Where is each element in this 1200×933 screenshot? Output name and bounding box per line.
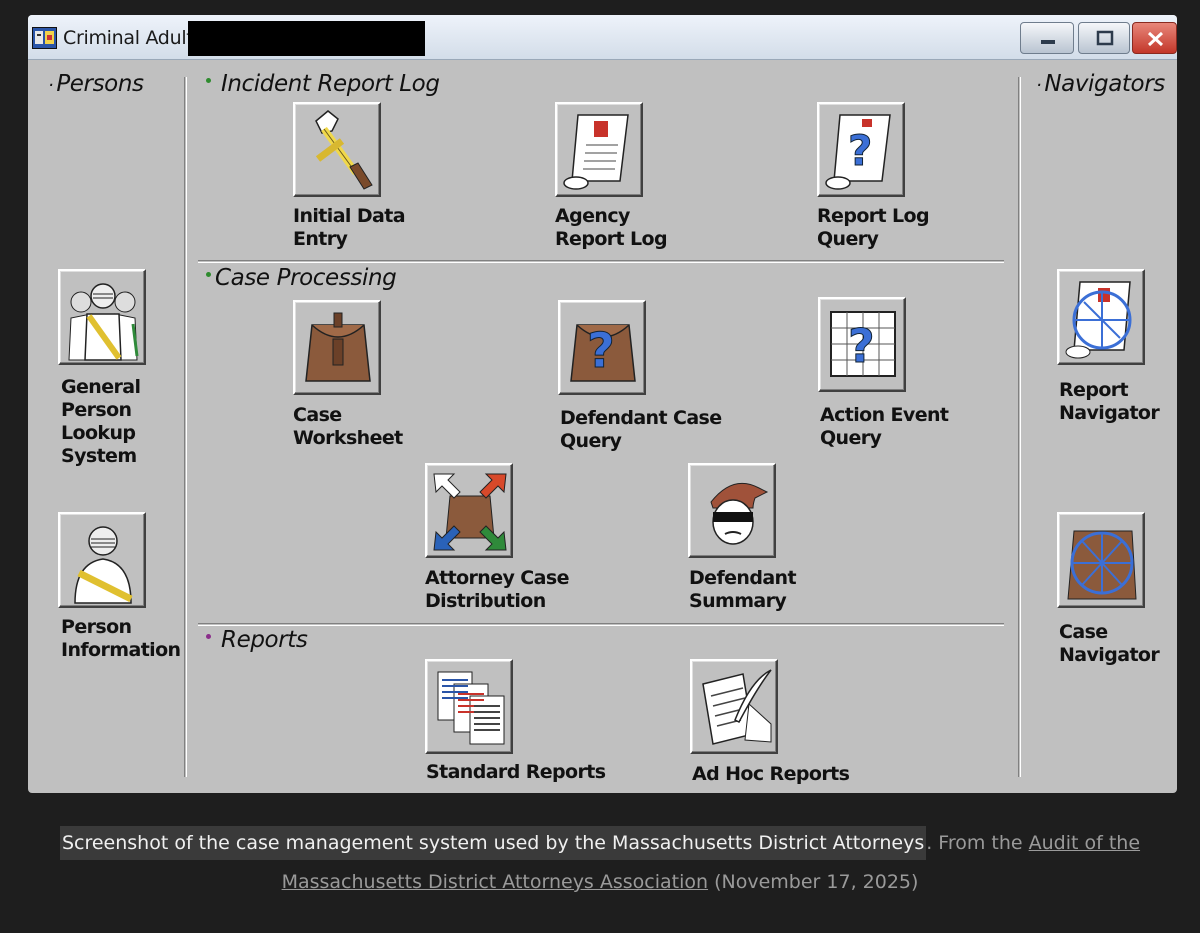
minimize-button[interactable]	[1020, 22, 1074, 54]
masked-defendant-icon	[710, 482, 769, 545]
caption-highlight: Screenshot of the case management system…	[59, 826, 927, 860]
report-log-query-label: Report Log Query	[817, 205, 930, 250]
briefcase-query-icon: ?	[570, 323, 636, 382]
knight-icon	[74, 526, 133, 604]
minimize-icon	[1041, 40, 1055, 44]
attorney-case-distribution-label: Attorney Case Distribution	[425, 567, 569, 612]
agency-report-log-button[interactable]	[555, 102, 643, 197]
action-event-query-button[interactable]: ?	[818, 297, 906, 392]
section-heading-incident-report-log: Incident Report Log	[206, 71, 440, 97]
image-caption: Screenshot of the case management system…	[0, 824, 1200, 902]
svg-text:?: ?	[848, 126, 872, 175]
documents-stack-icon	[437, 671, 505, 745]
scroll-compass-icon	[1065, 281, 1132, 359]
title-bar[interactable]: Criminal Adult	[28, 15, 1177, 60]
standard-reports-button[interactable]	[425, 659, 513, 754]
general-person-lookup-button[interactable]	[58, 269, 146, 365]
report-log-query-button[interactable]: ?	[817, 102, 905, 197]
ad-hoc-reports-label: Ad Hoc Reports	[692, 763, 850, 785]
sword-hand-icon	[315, 110, 373, 190]
person-information-label: Person Information	[61, 616, 181, 661]
report-navigator-label: Report Navigator	[1059, 379, 1160, 424]
defendant-case-query-button[interactable]: ?	[558, 300, 646, 395]
maximize-button[interactable]	[1078, 22, 1130, 54]
case-navigator-label: Case Navigator	[1059, 621, 1160, 666]
ad-hoc-reports-button[interactable]	[690, 659, 778, 754]
quill-writing-icon	[702, 669, 772, 745]
window-title: Criminal Adult	[63, 27, 194, 49]
left-divider	[184, 77, 187, 777]
svg-text:?: ?	[587, 323, 615, 379]
caption-link-association[interactable]: Massachusetts District Attorneys Associa…	[282, 871, 708, 893]
defendant-case-query-label: Defendant Case Query	[560, 407, 722, 452]
briefcase-icon	[305, 312, 371, 382]
bullet-icon	[206, 78, 211, 83]
standard-reports-label: Standard Reports	[426, 761, 606, 783]
application-window: Criminal Adult · Persons Incident Report …	[28, 15, 1177, 793]
section-heading-persons: · Persons	[48, 71, 144, 97]
case-worksheet-label: Case Worksheet	[293, 404, 403, 449]
report-navigator-button[interactable]	[1057, 269, 1145, 365]
maximize-icon	[1096, 30, 1114, 46]
bullet-icon	[206, 634, 211, 639]
scroll-document-icon	[563, 114, 629, 190]
section-heading-navigators: · Navigators	[1036, 71, 1165, 97]
section-heading-reports: Reports	[206, 627, 308, 653]
svg-text:?: ?	[848, 319, 875, 373]
caption-from: . From the	[926, 832, 1029, 854]
calendar-query-icon: ?	[830, 311, 896, 377]
briefcase-compass-icon	[1067, 530, 1137, 600]
initial-data-entry-label: Initial Data Entry	[293, 205, 406, 250]
section-divider-1	[198, 260, 1004, 263]
right-divider	[1018, 77, 1021, 777]
knights-group-icon	[68, 283, 139, 361]
distribution-arrows-icon	[433, 473, 507, 551]
caption-link-audit[interactable]: Audit of the	[1029, 832, 1140, 854]
person-information-button[interactable]	[58, 512, 146, 608]
attorney-case-distribution-button[interactable]	[425, 463, 513, 558]
scroll-query-icon: ?	[825, 114, 891, 190]
defendant-summary-label: Defendant Summary	[689, 567, 797, 612]
initial-data-entry-button[interactable]	[293, 102, 381, 197]
close-icon	[1147, 31, 1164, 47]
section-divider-2	[198, 623, 1004, 626]
case-navigator-button[interactable]	[1057, 512, 1145, 608]
agency-report-log-label: Agency Report Log	[555, 205, 668, 250]
bullet-icon	[206, 272, 211, 277]
app-icon	[32, 27, 57, 49]
defendant-summary-button[interactable]	[688, 463, 776, 558]
caption-date: (November 17, 2025)	[708, 871, 919, 893]
close-button[interactable]	[1132, 22, 1177, 54]
general-person-lookup-label: General Person Lookup System	[61, 376, 141, 467]
section-heading-case-processing: Case Processing	[206, 265, 397, 291]
case-worksheet-button[interactable]	[293, 300, 381, 395]
action-event-query-label: Action Event Query	[820, 404, 949, 449]
redaction-bar	[188, 21, 425, 56]
